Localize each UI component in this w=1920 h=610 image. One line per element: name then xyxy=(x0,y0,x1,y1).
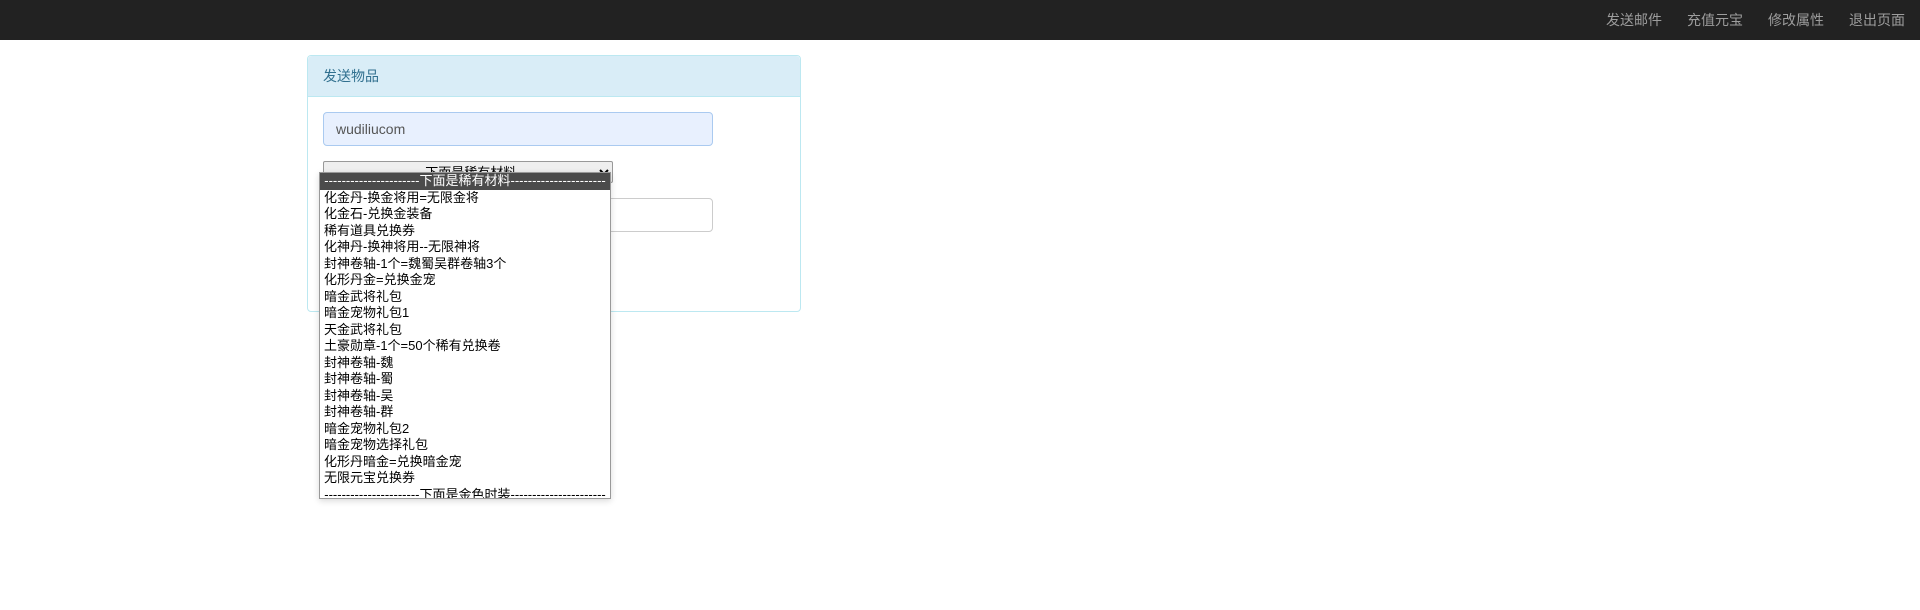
dropdown-scroll[interactable]: ----------------------下面是稀有材料-----------… xyxy=(320,173,610,498)
dropdown-option[interactable]: 封神卷轴-群 xyxy=(320,404,610,421)
nav-exit[interactable]: 退出页面 xyxy=(1849,10,1905,30)
dropdown-option[interactable]: 封神卷轴-吴 xyxy=(320,388,610,405)
dropdown-option[interactable]: 天金武将礼包 xyxy=(320,322,610,339)
dropdown-option[interactable]: 暗金宠物礼包1 xyxy=(320,305,610,322)
dropdown-option[interactable]: 无限元宝兑换券 xyxy=(320,470,610,487)
nav-recharge[interactable]: 充值元宝 xyxy=(1687,10,1743,30)
navbar: 发送邮件 充值元宝 修改属性 退出页面 xyxy=(0,0,1920,40)
panel-title: 发送物品 xyxy=(308,56,800,97)
dropdown-option[interactable]: 化金丹-换金将用=无限金将 xyxy=(320,190,610,207)
dropdown-popup: ----------------------下面是稀有材料-----------… xyxy=(319,172,611,499)
dropdown-option[interactable]: 封神卷轴-1个=魏蜀吴群卷轴3个 xyxy=(320,256,610,273)
dropdown-option[interactable]: 土豪勋章-1个=50个稀有兑换卷 xyxy=(320,338,610,355)
dropdown-option[interactable]: 化形丹金=兑换金宠 xyxy=(320,272,610,289)
dropdown-option[interactable]: 封神卷轴-蜀 xyxy=(320,371,610,388)
dropdown-option[interactable]: 化形丹暗金=兑换暗金宠 xyxy=(320,454,610,471)
content-area: 发送物品 ----------------------下面是稀有材料------… xyxy=(0,40,1920,312)
dropdown-section-header[interactable]: ----------------------下面是金色时装-----------… xyxy=(320,487,610,499)
nav-modify-attr[interactable]: 修改属性 xyxy=(1768,10,1824,30)
username-input[interactable] xyxy=(323,112,713,146)
dropdown-option[interactable]: 暗金宠物礼包2 xyxy=(320,421,610,438)
dropdown-option[interactable]: 暗金宠物选择礼包 xyxy=(320,437,610,454)
dropdown-section-header[interactable]: ----------------------下面是稀有材料-----------… xyxy=(320,173,610,190)
dropdown-option[interactable]: 化神丹-换神将用--无限神将 xyxy=(320,239,610,256)
dropdown-option[interactable]: 化金石-兑换金装备 xyxy=(320,206,610,223)
username-group xyxy=(323,112,785,146)
nav-send-mail[interactable]: 发送邮件 xyxy=(1606,10,1662,30)
dropdown-option[interactable]: 稀有道具兑换券 xyxy=(320,223,610,240)
dropdown-option[interactable]: 封神卷轴-魏 xyxy=(320,355,610,372)
dropdown-option[interactable]: 暗金武将礼包 xyxy=(320,289,610,306)
